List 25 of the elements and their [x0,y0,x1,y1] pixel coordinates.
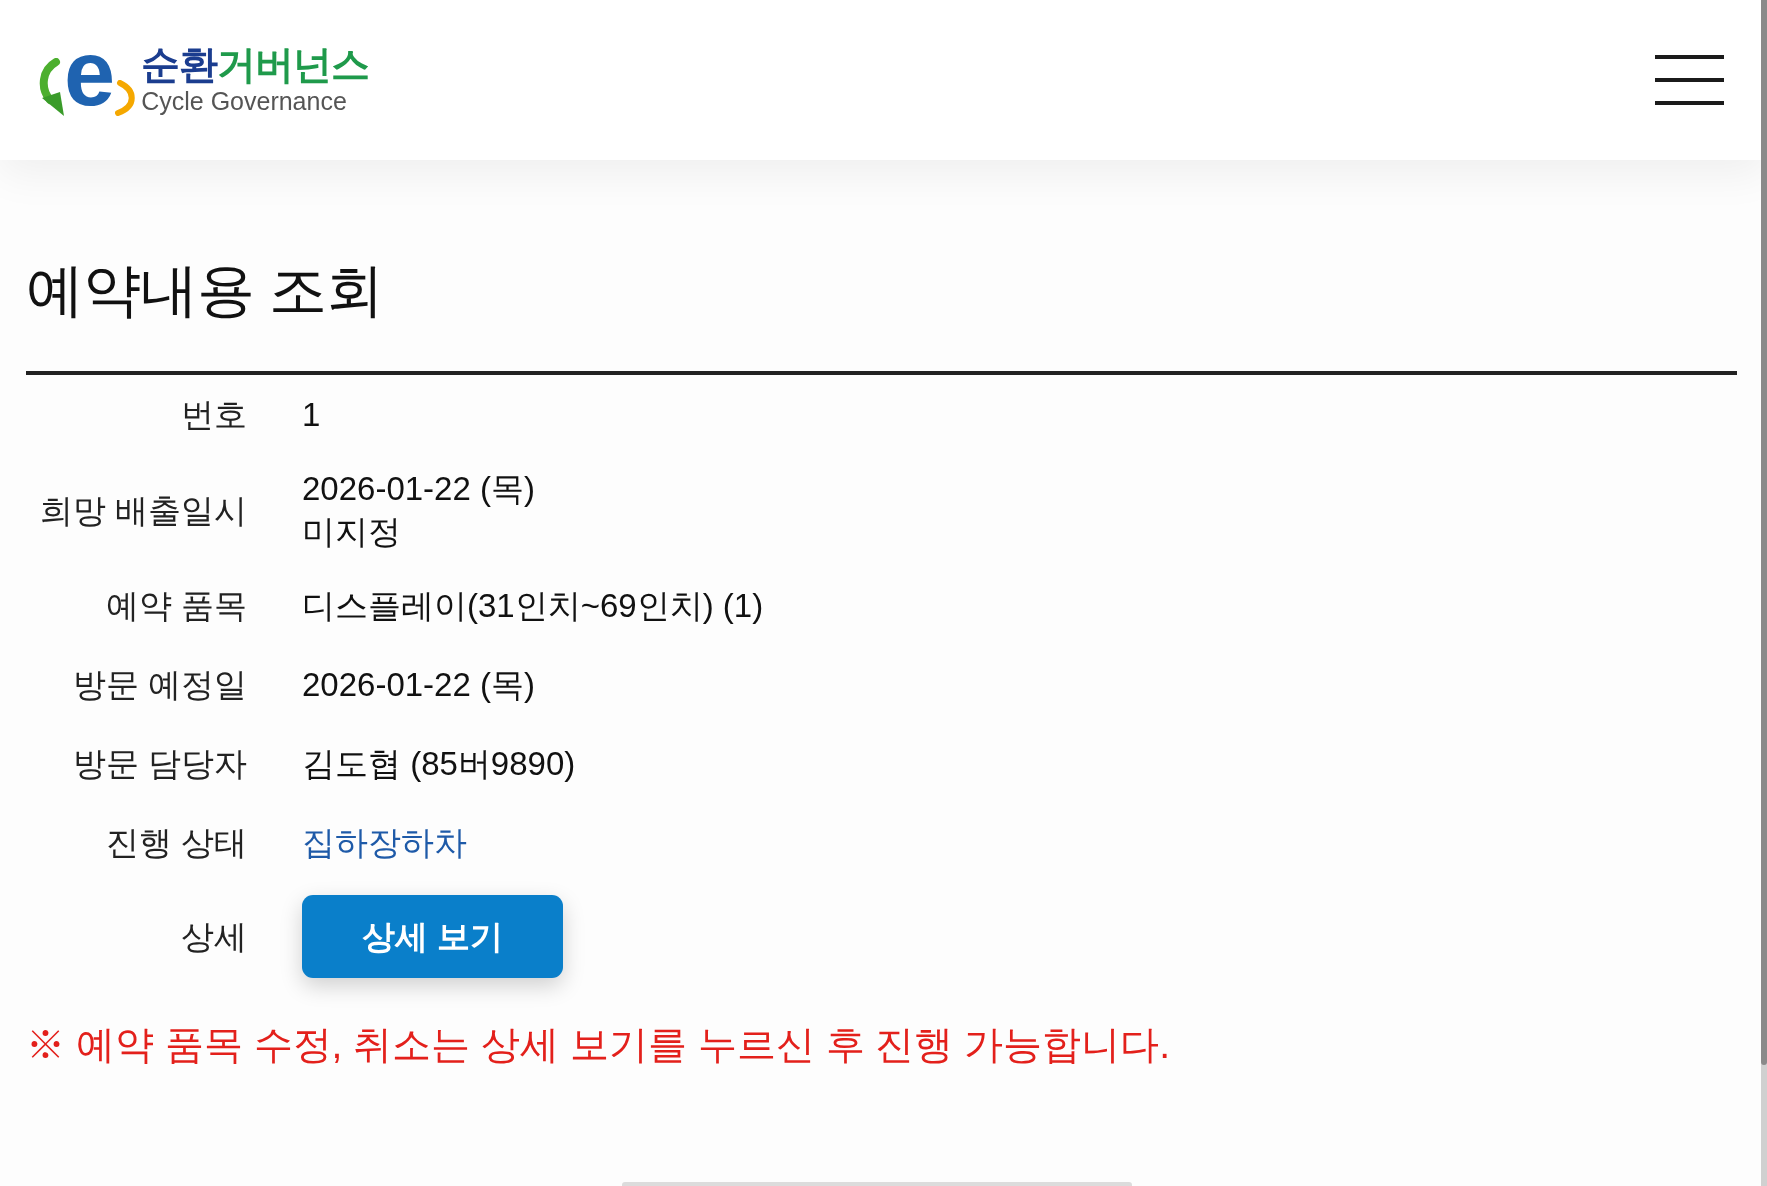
detail-label: 방문 담당자 [71,744,247,784]
detail-value: 2026-01-22 (목) [302,469,535,509]
logo-subtitle: Cycle Governance [141,86,348,116]
menu-icon [1655,55,1724,105]
detail-value: 1 [302,395,321,435]
detail-value: 2026-01-22 (목) [302,665,535,705]
logo-arc-icon [115,80,138,116]
detail-label: 상세 [180,917,247,957]
notice-text: ※ 예약 품목 수정, 취소는 상세 보기를 누르신 후 진행 가능합니다. [26,1022,1171,1068]
page-title: 예약내용 조회 [26,256,384,324]
logo-arrow-icon [38,58,64,116]
detail-value: 김도협 (85버9890) [302,744,576,784]
detail-label: 예약 품목 [104,586,247,626]
detail-value: 미지정 [302,512,401,552]
logo-mark: e [64,42,116,104]
detail-label: 번호 [180,395,247,435]
scrollbar-thumb[interactable] [1761,0,1767,1065]
logo-title: 순환거버넌스 [141,44,370,86]
menu-button[interactable] [1655,55,1724,105]
detail-label: 희망 배출일시 [38,490,247,531]
detail-view-button[interactable]: 상세 보기 [302,895,563,978]
detail-label: 방문 예정일 [71,665,247,705]
status-text: 집하장하차 [302,823,467,863]
detail-label: 진행 상태 [104,823,247,863]
detail-value: 디스플레이(31인치~69인치) (1) [302,586,764,626]
